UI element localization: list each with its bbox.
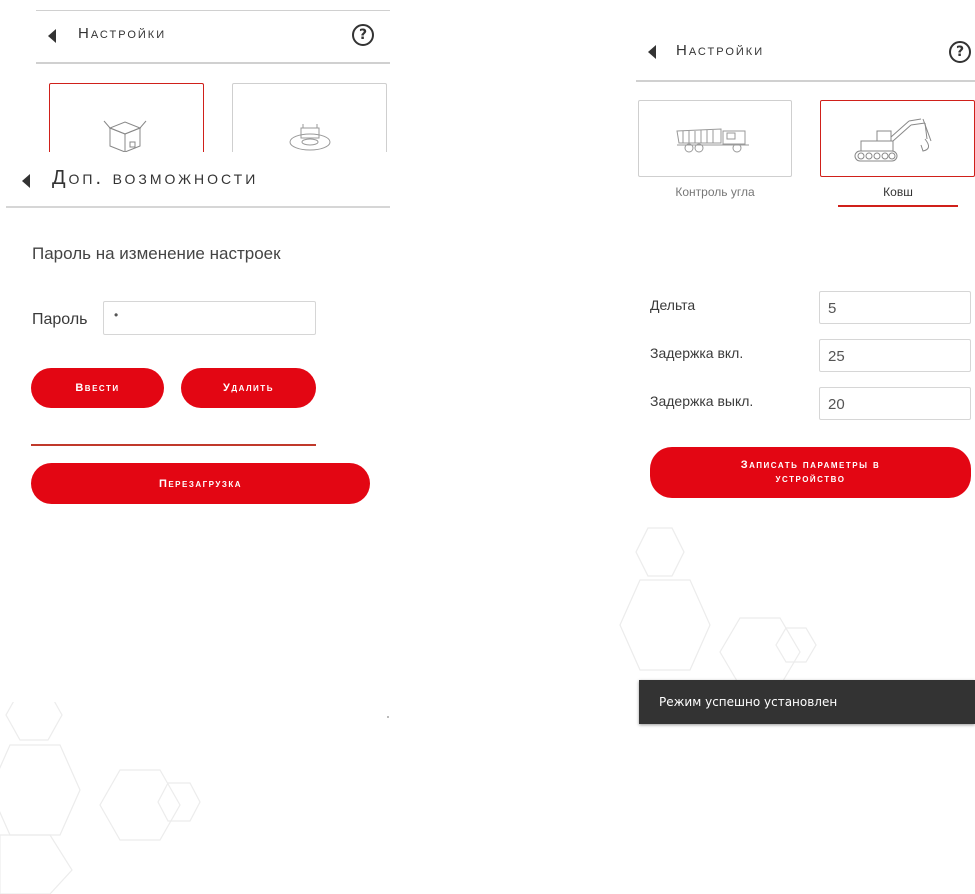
delay-off-label: Задержка выкл. <box>650 393 754 409</box>
sensor-icon <box>289 124 331 151</box>
password-label: Пароль <box>32 311 88 328</box>
help-icon[interactable]: ? <box>949 41 971 63</box>
help-icon[interactable]: ? <box>352 24 374 46</box>
selected-mode-underline <box>838 205 958 207</box>
top-divider <box>36 10 390 11</box>
dot <box>387 716 389 718</box>
password-section-title: Пароль на изменение настроек <box>32 244 281 263</box>
enter-button[interactable]: Ввести <box>31 368 164 408</box>
delta-label: Дельта <box>650 297 696 313</box>
header-divider <box>636 80 975 82</box>
red-divider <box>31 444 316 446</box>
back-arrow-icon[interactable] <box>48 29 56 43</box>
mode-label-angle-control: Контроль угла <box>675 185 755 199</box>
panel-header-divider <box>6 206 390 208</box>
mode-label-bucket: Ковш <box>883 185 913 199</box>
header-divider <box>36 62 390 64</box>
delay-on-label: Задержка вкл. <box>650 345 744 361</box>
mode-card-bucket[interactable] <box>820 100 975 177</box>
delta-input[interactable]: 5 <box>819 291 971 324</box>
box-icon <box>103 120 147 153</box>
back-arrow-icon[interactable] <box>648 45 656 59</box>
delay-on-input[interactable]: 25 <box>819 339 971 372</box>
back-arrow-icon[interactable] <box>22 174 30 188</box>
toast-message: Режим успешно установлен <box>639 680 975 724</box>
mode-card-box[interactable] <box>49 83 204 158</box>
extra-features-title: Доп. возможности <box>52 167 259 189</box>
mode-card-angle-control[interactable] <box>638 100 792 177</box>
password-input[interactable]: • <box>103 301 316 335</box>
extra-features-panel: Доп. возможности Пароль на изменение нас… <box>6 152 390 702</box>
delay-off-input[interactable]: 20 <box>819 387 971 420</box>
reboot-button[interactable]: Перезагрузка <box>31 463 370 504</box>
mode-card-sensor[interactable] <box>232 83 387 158</box>
dump-truck-icon <box>676 128 749 153</box>
write-params-button[interactable]: Записать параметры в устройство <box>650 447 971 498</box>
settings-title: Настройки <box>78 25 167 42</box>
delete-button[interactable]: Удалить <box>181 368 316 408</box>
settings-title: Настройки <box>676 42 765 59</box>
excavator-icon <box>854 118 932 162</box>
